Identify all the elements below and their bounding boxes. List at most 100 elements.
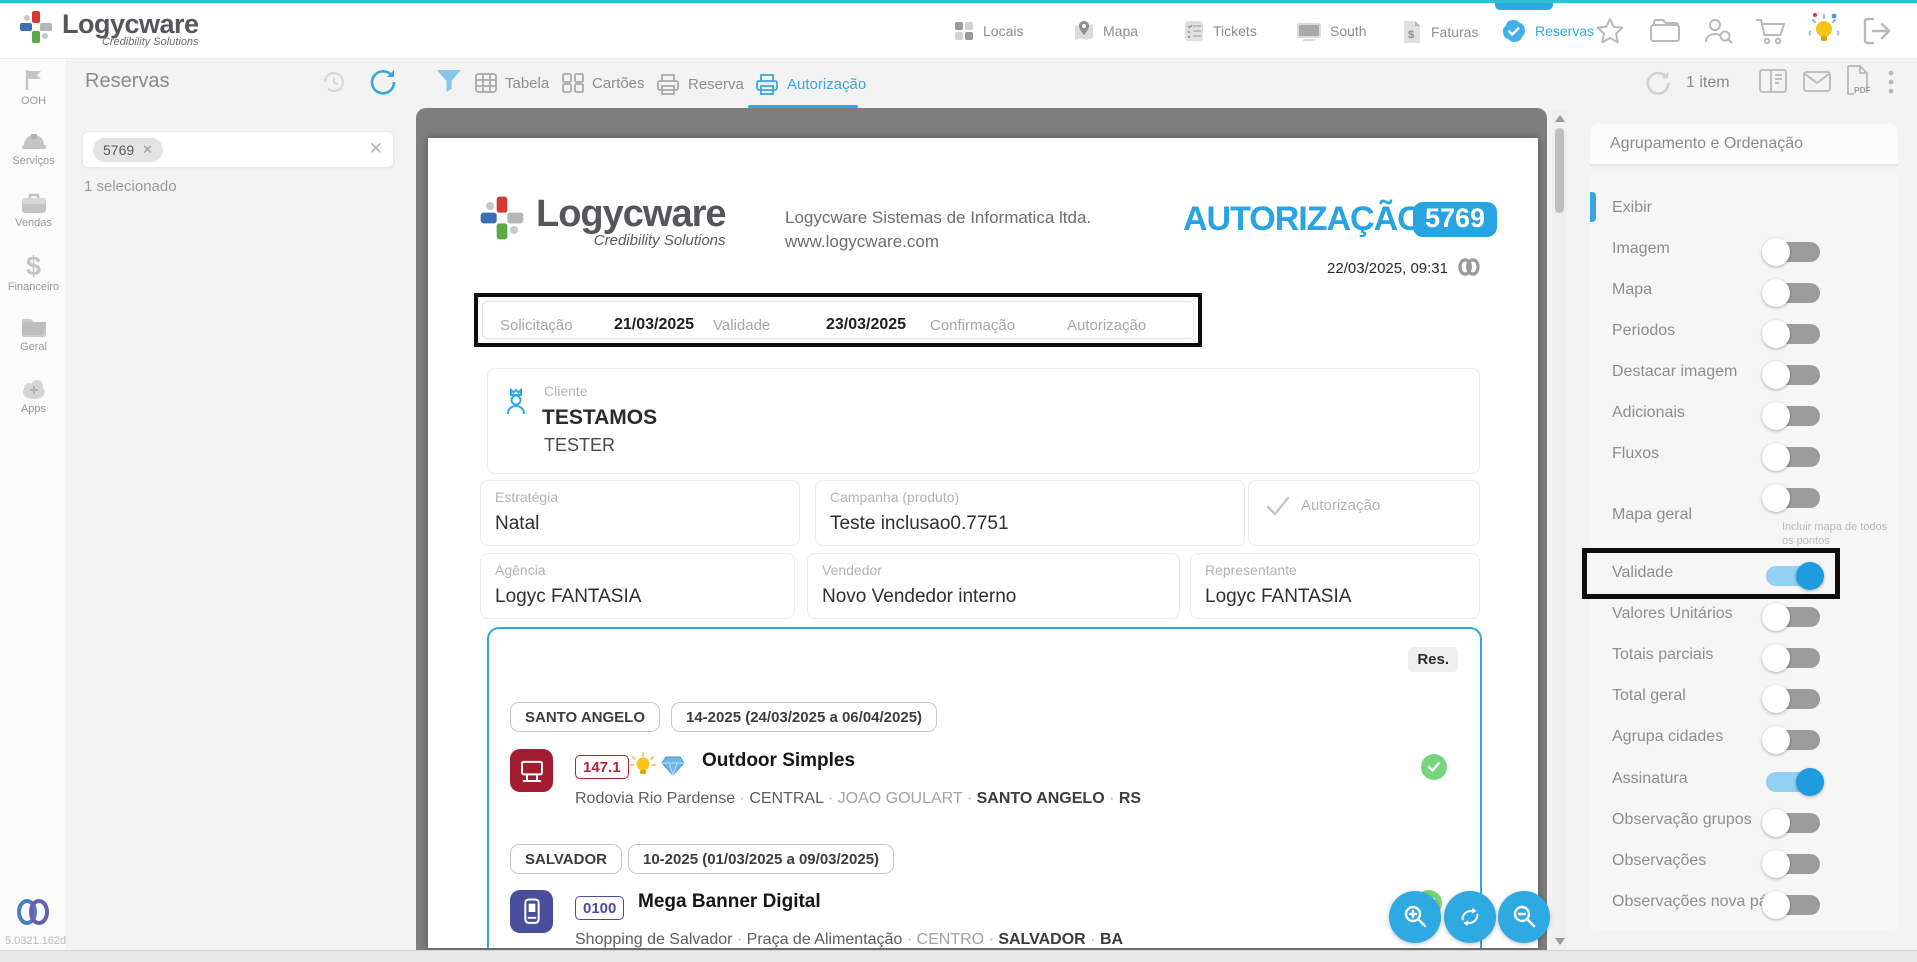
toggle-imagem[interactable] bbox=[1766, 242, 1820, 262]
scrollbar-thumb[interactable] bbox=[1555, 128, 1564, 213]
sidebar-label: Apps bbox=[0, 403, 67, 415]
sidebar-item-financeiro[interactable]: $ Financeiro bbox=[0, 253, 67, 293]
nav-item-south[interactable]: South bbox=[1295, 19, 1367, 43]
doc-title: AUTORIZAÇÃO bbox=[1183, 200, 1423, 239]
favorites-star-icon[interactable] bbox=[1594, 15, 1626, 47]
toggle-label-fluxos: Fluxos bbox=[1612, 445, 1659, 463]
scroll-down-arrow[interactable] bbox=[1555, 938, 1565, 945]
user-search-icon[interactable] bbox=[1702, 15, 1734, 47]
reset-view-button[interactable] bbox=[1444, 891, 1496, 943]
sidebar-label: Vendas bbox=[0, 217, 67, 229]
item-location: Rodovia Rio PardenseCENTRALJOAO GOULARTS… bbox=[575, 790, 1141, 808]
history-icon[interactable] bbox=[320, 68, 348, 96]
nav-item-tickets[interactable]: Tickets bbox=[1182, 19, 1257, 43]
filter-funnel-icon[interactable] bbox=[435, 68, 463, 94]
company-line1: Logycware Sistemas de Informatica ltda. bbox=[785, 208, 1091, 228]
toggle-label-agrupa-cidades: Agrupa cidades bbox=[1612, 728, 1723, 746]
doc-number-badge: 5769 bbox=[1413, 202, 1497, 237]
sidebar-label: Serviços bbox=[0, 155, 67, 167]
client-label: Cliente bbox=[544, 383, 588, 399]
res-column-header: Res. bbox=[1408, 647, 1458, 672]
date-label: Autorização bbox=[1067, 317, 1146, 334]
date-label: Confirmação bbox=[930, 317, 1015, 334]
doc-datetime: 22/03/2025, 09:31 bbox=[1248, 260, 1448, 277]
scroll-up-arrow[interactable] bbox=[1555, 115, 1565, 122]
filter-chip[interactable]: 5769 ✕ bbox=[93, 138, 163, 162]
pdf-export-icon[interactable]: PDF bbox=[1844, 64, 1870, 96]
toggle-label-total-geral: Total geral bbox=[1612, 687, 1686, 705]
toggle-fluxos[interactable] bbox=[1766, 447, 1820, 467]
toggle-assinatura[interactable] bbox=[1766, 772, 1820, 792]
sidebar-item-vendas[interactable]: Vendas bbox=[0, 191, 67, 229]
zoom-out-button[interactable] bbox=[1498, 891, 1550, 943]
field-representante: Representante Logyc FANTASIA bbox=[1190, 553, 1480, 619]
group-city-chip: SALVADOR bbox=[510, 844, 622, 874]
refresh-icon[interactable] bbox=[368, 66, 398, 96]
toggle-mapa-geral[interactable] bbox=[1766, 488, 1820, 508]
nav-item-faturas[interactable]: $ Faturas bbox=[1400, 19, 1478, 45]
split-view-icon[interactable] bbox=[1758, 68, 1788, 94]
section-accent bbox=[1590, 192, 1596, 222]
toggle-label-mapa: Mapa bbox=[1612, 281, 1652, 299]
field-label: Vendedor bbox=[822, 562, 882, 578]
cart-icon[interactable] bbox=[1754, 16, 1788, 46]
sidebar-item-geral[interactable]: Geral bbox=[0, 315, 67, 353]
sidebar-item-servicos[interactable]: Serviços bbox=[0, 129, 67, 167]
toggle-totais-parciais[interactable] bbox=[1766, 648, 1820, 668]
grouping-header[interactable]: Agrupamento e Ordenação bbox=[1590, 124, 1898, 166]
nav-item-mapa[interactable]: Mapa bbox=[1072, 19, 1138, 43]
group-city-chip: SANTO ANGELO bbox=[510, 702, 660, 732]
billboard-icon bbox=[510, 749, 553, 792]
tab-label: Reserva bbox=[688, 76, 744, 93]
logout-icon[interactable] bbox=[1860, 15, 1892, 47]
toggle-observacoes-nova-pagina[interactable] bbox=[1766, 895, 1820, 915]
folders-icon[interactable] bbox=[1648, 17, 1682, 45]
preview-scrollbar[interactable] bbox=[1552, 110, 1567, 950]
item-code: 0100 bbox=[575, 896, 624, 920]
nav-label: Reservas bbox=[1535, 23, 1594, 39]
refresh-results-icon[interactable] bbox=[1644, 68, 1672, 96]
email-icon[interactable] bbox=[1802, 70, 1832, 93]
zoom-in-button[interactable] bbox=[1389, 891, 1441, 943]
nav-item-locais[interactable]: Locais bbox=[952, 19, 1023, 43]
cloud-plus-icon bbox=[19, 377, 49, 401]
tab-tabela[interactable]: Tabela bbox=[474, 72, 549, 94]
filter-clear-icon[interactable]: ✕ bbox=[369, 139, 383, 159]
sidebar-item-ooh[interactable]: OOH bbox=[0, 67, 67, 107]
nav-item-reservas[interactable]: Reservas bbox=[1500, 17, 1594, 45]
item-code: 147.1 bbox=[575, 755, 629, 779]
nav-label: Locais bbox=[983, 23, 1023, 39]
toggle-observacoes[interactable] bbox=[1766, 854, 1820, 874]
toggle-observacao-grupos[interactable] bbox=[1766, 813, 1820, 833]
window-bottom-edge bbox=[0, 950, 1917, 962]
group-period-chip: 10-2025 (01/03/2025 a 09/03/2025) bbox=[628, 844, 894, 874]
validade-highlight-box bbox=[1582, 548, 1840, 599]
toggle-periodos[interactable] bbox=[1766, 324, 1820, 344]
sidebar-item-apps[interactable]: Apps bbox=[0, 377, 67, 415]
toggle-valores-unitarios[interactable] bbox=[1766, 607, 1820, 627]
flag-icon bbox=[21, 67, 47, 93]
nav-label: South bbox=[1330, 23, 1367, 39]
section-exibir: Exibir bbox=[1612, 199, 1652, 217]
toggle-mapa[interactable] bbox=[1766, 283, 1820, 303]
field-value: Teste inclusao0.7751 bbox=[830, 513, 1009, 535]
dates-strip-highlight: Solicitação 21/03/2025 Validade 23/03/20… bbox=[474, 293, 1202, 347]
tab-autorizacao[interactable]: Autorização bbox=[754, 72, 866, 96]
briefcase-icon bbox=[20, 191, 48, 215]
toggle-total-geral[interactable] bbox=[1766, 689, 1820, 709]
sidebar-label: Financeiro bbox=[0, 281, 67, 293]
tab-cartoes[interactable]: Cartões bbox=[561, 72, 645, 94]
hard-hat-icon bbox=[20, 129, 48, 153]
filter-input[interactable]: 5769 ✕ ✕ bbox=[82, 131, 394, 168]
toggle-destacar-imagem[interactable] bbox=[1766, 365, 1820, 385]
toggle-label-destacar-imagem: Destacar imagem bbox=[1612, 363, 1737, 381]
idea-lightbulb-icon[interactable] bbox=[1806, 11, 1842, 49]
kebab-menu-icon[interactable] bbox=[1888, 70, 1894, 94]
chip-remove-icon[interactable]: ✕ bbox=[142, 142, 153, 158]
toggle-adicionais[interactable] bbox=[1766, 406, 1820, 426]
tab-reserva[interactable]: Reserva bbox=[655, 72, 744, 96]
toggle-agrupa-cidades[interactable] bbox=[1766, 730, 1820, 750]
item-status-check bbox=[1421, 754, 1447, 780]
item-count: 1 item bbox=[1686, 74, 1730, 92]
map-pin-icon bbox=[1072, 19, 1096, 43]
